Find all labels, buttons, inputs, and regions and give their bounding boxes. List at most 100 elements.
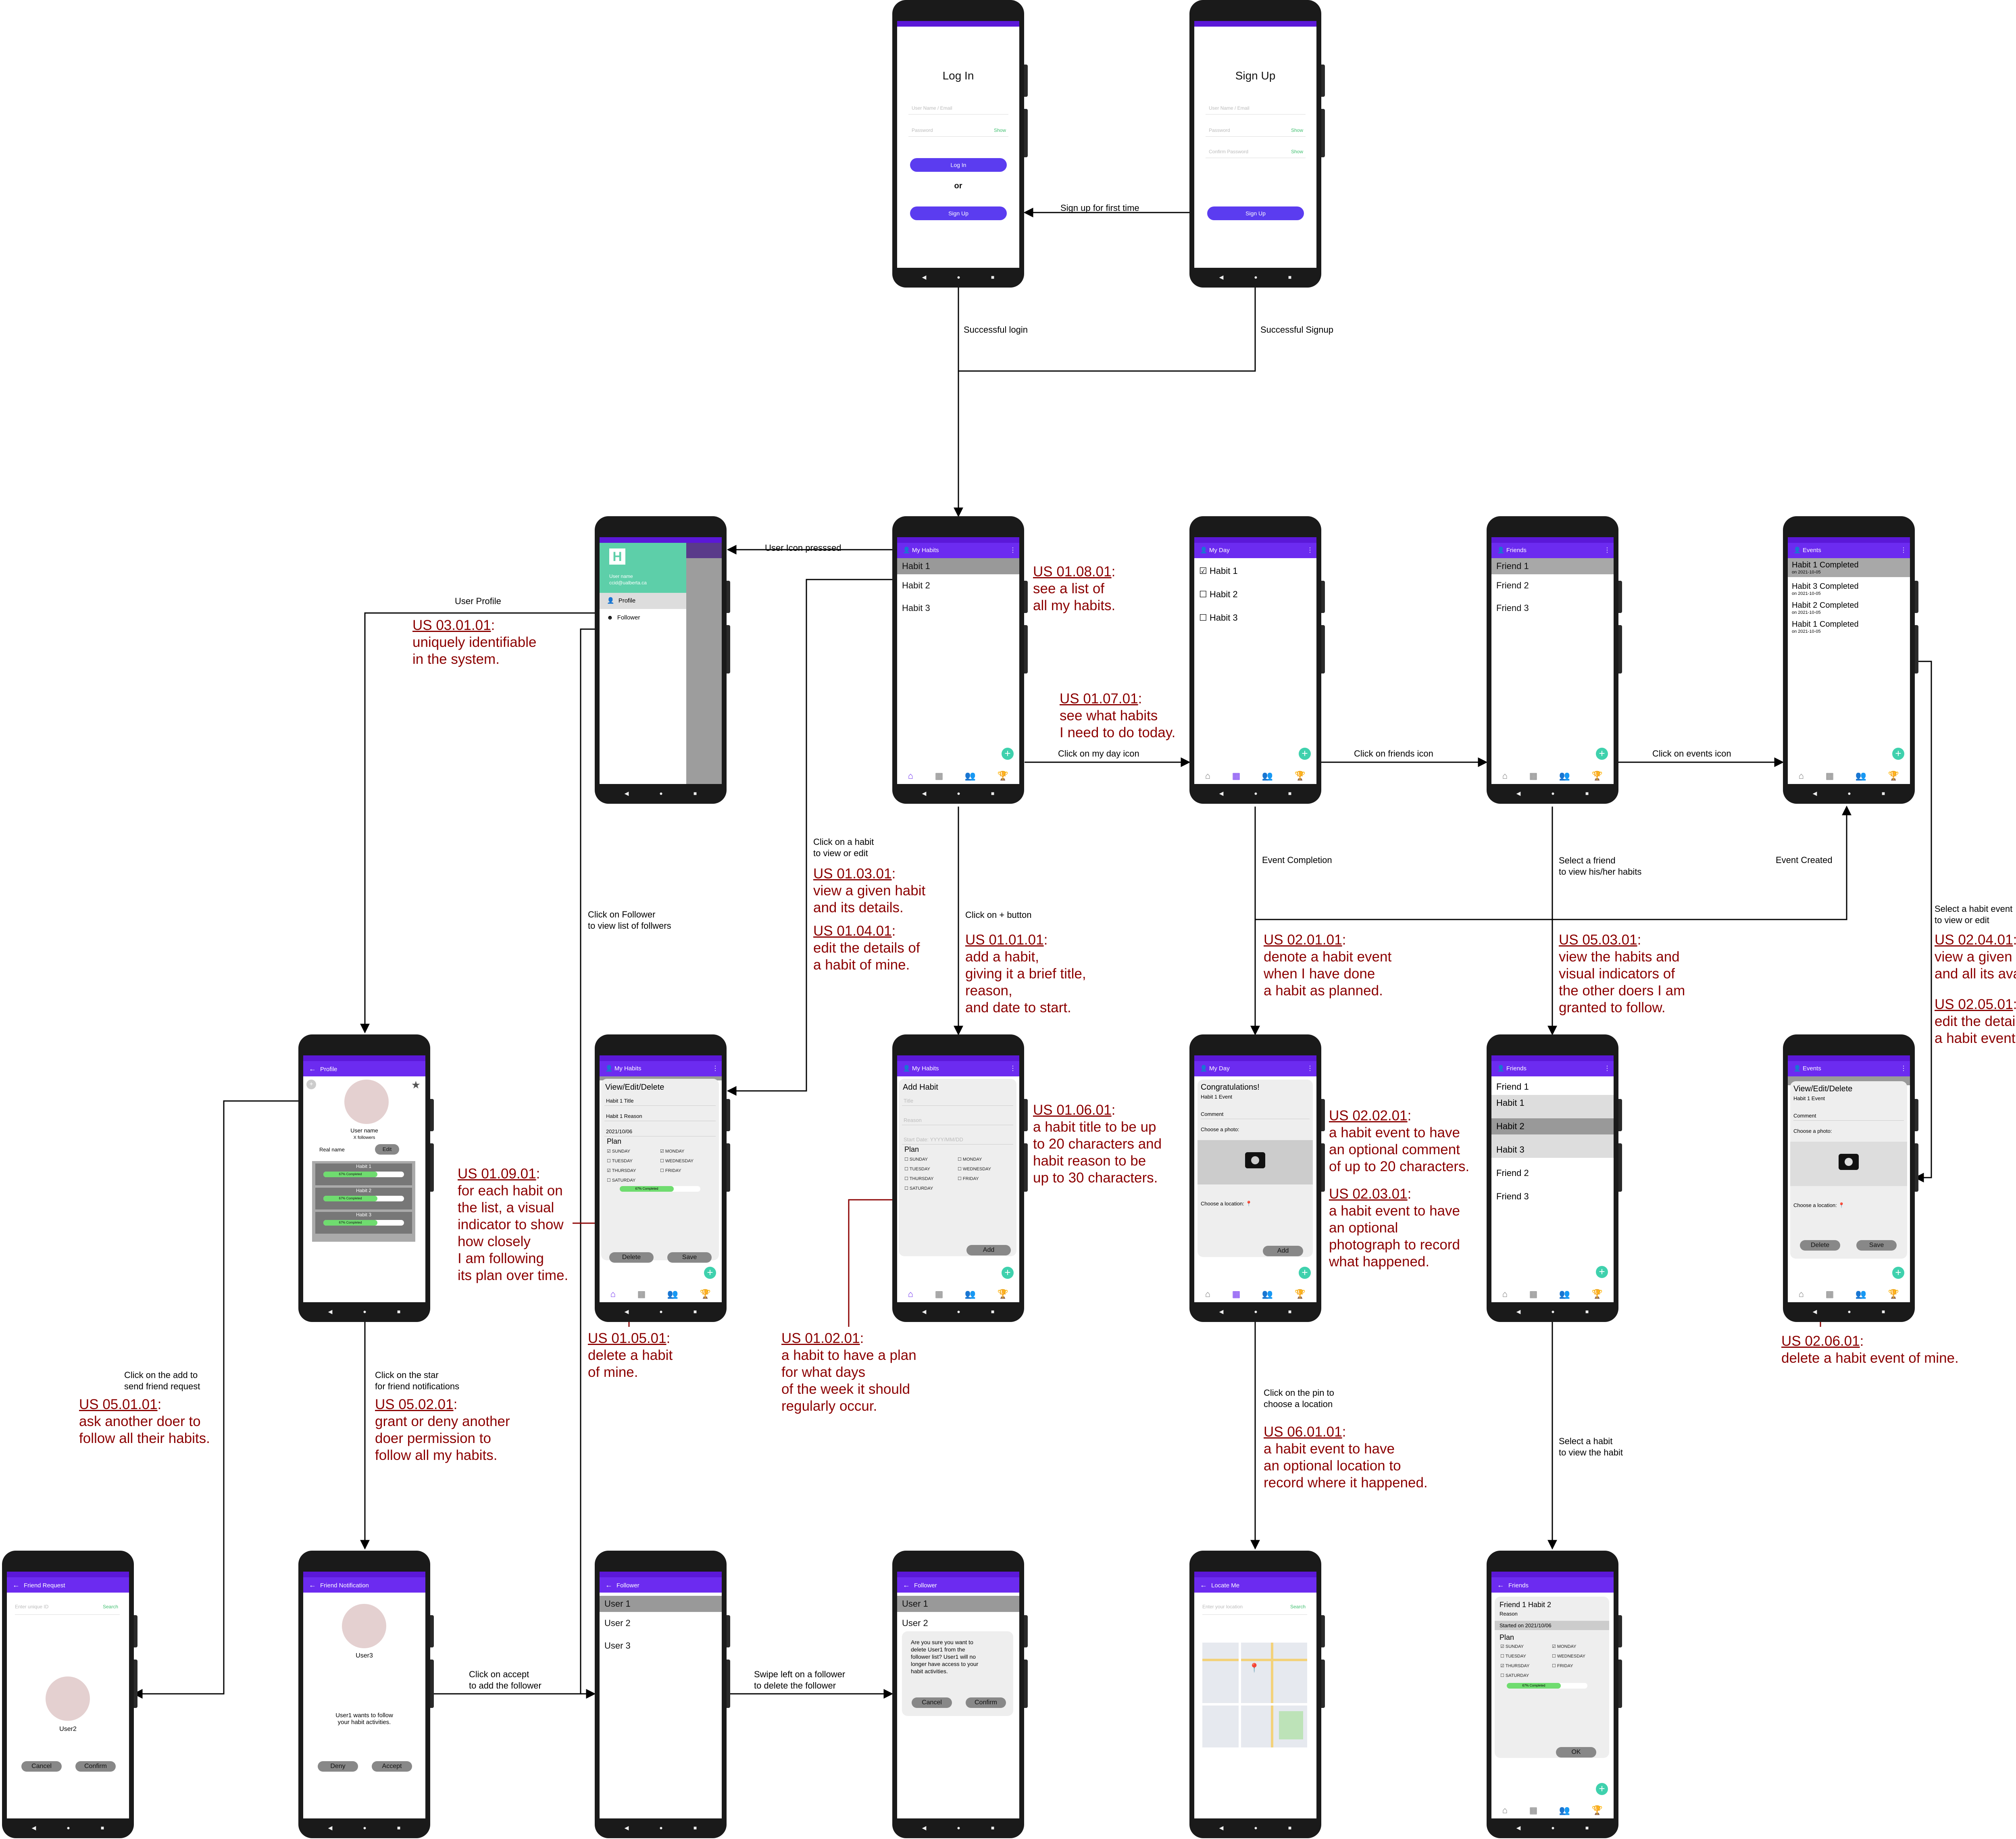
list-item[interactable]: Habit 3	[1491, 1142, 1614, 1158]
add-fab[interactable]: +	[1596, 1266, 1608, 1278]
friends-icon[interactable]: 👥	[1559, 771, 1570, 781]
calendar-icon[interactable]: ▦	[1529, 1805, 1538, 1816]
user-icon[interactable]: 👤	[903, 547, 910, 554]
delete-button[interactable]: Delete	[1800, 1240, 1840, 1251]
reason-field[interactable]: Habit 1 Reason	[604, 1111, 716, 1121]
delete-button[interactable]: Delete	[609, 1252, 654, 1263]
user-icon[interactable]: 👤	[1200, 1065, 1208, 1072]
list-item[interactable]: Habit 2	[1491, 1118, 1614, 1134]
calendar-icon[interactable]: ▦	[637, 1289, 646, 1299]
trophy-icon[interactable]: 🏆	[998, 1289, 1008, 1299]
friends-icon[interactable]: 👥	[1856, 771, 1866, 781]
day-checkbox[interactable]: ☐ TUESDAY	[607, 1156, 660, 1166]
friends-icon[interactable]: 👥	[1262, 771, 1273, 781]
trophy-icon[interactable]: 🏆	[1888, 1289, 1899, 1299]
list-item[interactable]: Friend 3	[1491, 1188, 1614, 1205]
add-friend-icon[interactable]: +	[306, 1080, 316, 1089]
list-item[interactable]: ☐ Habit 2	[1194, 586, 1316, 603]
day-checkbox[interactable]: ☐ WEDNESDAY	[958, 1164, 1011, 1174]
more-icon[interactable]: ⋮	[712, 1061, 719, 1076]
list-item[interactable]: Habit 1	[897, 558, 1019, 574]
camera-icon[interactable]	[1245, 1152, 1265, 1168]
more-icon[interactable]: ⋮	[1307, 1061, 1313, 1076]
add-button[interactable]: Add	[1263, 1246, 1303, 1256]
title-field[interactable]: Habit 1 Title	[604, 1096, 716, 1106]
list-item[interactable]: Friend 1	[1491, 1079, 1614, 1095]
comment-field[interactable]: Comment	[1793, 1113, 1904, 1121]
list-item[interactable]: Friend 2	[1491, 1165, 1614, 1181]
add-fab[interactable]: +	[1596, 1783, 1608, 1795]
location-input[interactable]: Enter your location Search	[1202, 1604, 1307, 1615]
user-icon[interactable]: 👤	[1497, 1065, 1505, 1072]
calendar-icon[interactable]: ▦	[1232, 771, 1241, 781]
title-field[interactable]: Title	[902, 1096, 1013, 1106]
calendar-icon[interactable]: ▦	[935, 771, 943, 781]
friends-icon[interactable]: 👥	[667, 1289, 678, 1299]
cancel-button[interactable]: Cancel	[21, 1761, 62, 1772]
add-fab[interactable]: +	[1596, 748, 1608, 760]
friends-icon[interactable]: 👥	[965, 1289, 976, 1299]
comment-field[interactable]: Comment	[1201, 1111, 1310, 1119]
confirm-button[interactable]: Confirm	[966, 1697, 1006, 1708]
search-button[interactable]: Search	[1290, 1604, 1306, 1610]
more-icon[interactable]: ⋮	[1010, 1061, 1016, 1076]
drawer-item-profile[interactable]: 👤 Profile	[600, 593, 686, 609]
home-icon[interactable]: ⌂	[1799, 1289, 1804, 1299]
list-item[interactable]: Habit 1	[1491, 1095, 1614, 1111]
day-checkbox[interactable]: ☑ SUNDAY	[607, 1147, 660, 1156]
back-arrow-icon[interactable]: ←	[903, 1581, 910, 1589]
trophy-icon[interactable]: 🏆	[1592, 771, 1603, 781]
show-password-toggle[interactable]: Show	[1291, 124, 1303, 137]
trophy-icon[interactable]: 🏆	[1295, 1289, 1306, 1299]
search-button[interactable]: Search	[103, 1604, 118, 1610]
home-icon[interactable]: ⌂	[908, 1289, 913, 1299]
trophy-icon[interactable]: 🏆	[1592, 1805, 1603, 1816]
user-icon[interactable]: 👤	[605, 1065, 613, 1072]
password-field[interactable]: Password Show	[1206, 124, 1306, 137]
start-date-field[interactable]: Start Date: YYYY/MM/DD	[902, 1135, 1013, 1145]
user-icon[interactable]: 👤	[1793, 547, 1801, 554]
trophy-icon[interactable]: 🏆	[1295, 771, 1306, 781]
show-confirm-toggle[interactable]: Show	[1291, 145, 1303, 158]
signup-button[interactable]: Sign Up	[1207, 206, 1304, 220]
day-checkbox[interactable]: ☐ FRIDAY	[958, 1174, 1011, 1184]
deny-button[interactable]: Deny	[318, 1761, 358, 1772]
list-item[interactable]: Habit 2 67% Completed	[315, 1188, 412, 1209]
cancel-button[interactable]: Cancel	[912, 1697, 952, 1708]
more-icon[interactable]: ⋮	[1900, 1061, 1907, 1076]
day-checkbox[interactable]: ☑ THURSDAY	[607, 1166, 660, 1176]
add-fab[interactable]: +	[704, 1267, 716, 1279]
day-checkbox[interactable]: ☑ MONDAY	[660, 1147, 713, 1156]
add-fab[interactable]: +	[1299, 748, 1311, 760]
day-checkbox[interactable]: ☐ SUNDAY	[904, 1155, 958, 1164]
map-view[interactable]: 📍	[1202, 1643, 1307, 1747]
add-button[interactable]: Add	[966, 1245, 1011, 1255]
photo-picker[interactable]	[1198, 1140, 1313, 1184]
list-item[interactable]: User 2	[600, 1612, 722, 1635]
list-item[interactable]: Habit 2 Completed on 2021-10-05	[1788, 596, 1910, 615]
day-checkbox[interactable]: ☐ THURSDAY	[904, 1174, 958, 1184]
add-fab[interactable]: +	[1892, 1267, 1904, 1279]
home-icon[interactable]: ⌂	[610, 1289, 616, 1299]
confirm-button[interactable]: Confirm	[75, 1761, 116, 1772]
home-icon[interactable]: ⌂	[1502, 1289, 1508, 1299]
checkbox-checked-icon[interactable]: ☑	[1199, 566, 1207, 576]
add-fab[interactable]: +	[1892, 748, 1904, 760]
add-fab[interactable]: +	[1002, 748, 1014, 760]
list-item[interactable]: Habit 1 Completed on 2021-10-05	[1788, 558, 1910, 577]
save-button[interactable]: Save	[1856, 1240, 1897, 1251]
list-item[interactable]: Friend 2	[1491, 574, 1614, 597]
list-item[interactable]: Habit 3 67% Completed	[315, 1212, 412, 1234]
friends-icon[interactable]: 👥	[1262, 1289, 1273, 1299]
friends-icon[interactable]: 👥	[1559, 1289, 1570, 1299]
user-icon[interactable]: 👤	[903, 1065, 910, 1072]
day-checkbox[interactable]: ☐ SATURDAY	[904, 1184, 958, 1193]
day-checkbox[interactable]: ☐ SATURDAY	[607, 1176, 660, 1185]
back-arrow-icon[interactable]: ←	[1497, 1581, 1504, 1589]
date-field[interactable]: 2021/10/06	[604, 1127, 716, 1136]
star-icon[interactable]: ★	[411, 1079, 421, 1091]
back-arrow-icon[interactable]: ←	[309, 1581, 316, 1589]
home-icon[interactable]: ⌂	[1205, 771, 1210, 781]
list-item[interactable]: ☐ Habit 3	[1194, 610, 1316, 626]
add-fab[interactable]: +	[1002, 1267, 1014, 1279]
